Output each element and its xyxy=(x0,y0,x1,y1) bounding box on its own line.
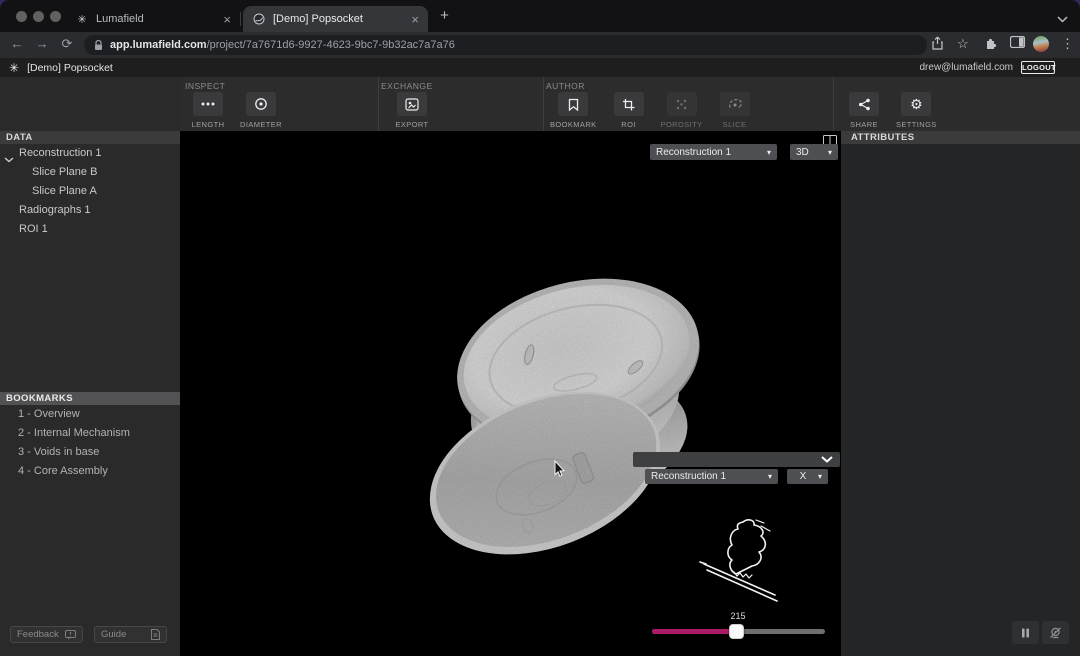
chevron-down-icon: ▾ xyxy=(817,472,822,481)
chevron-down-icon: ▾ xyxy=(827,147,832,157)
bookmark-item-voids-in-base[interactable]: 3 - Voids in base xyxy=(18,446,99,458)
globe-favicon-icon xyxy=(252,12,266,26)
side-panel-icon[interactable] xyxy=(1010,36,1025,48)
tab-demo-popsocket[interactable]: [Demo] Popsocket × xyxy=(243,6,428,32)
url-host: app.lumafield.com xyxy=(110,39,207,51)
project-title: [Demo] Popsocket xyxy=(27,61,113,74)
camera-off-button[interactable] xyxy=(1042,621,1069,644)
export-image-icon xyxy=(405,97,419,111)
toolbar-separator xyxy=(378,77,379,131)
tab-title: Lumafield xyxy=(96,13,144,25)
user-email: drew@lumafield.com xyxy=(919,62,1013,73)
forward-icon[interactable]: → xyxy=(33,36,51,51)
tab-title: [Demo] Popsocket xyxy=(273,13,363,25)
data-panel-header: DATA xyxy=(0,131,180,144)
feedback-bubble-icon xyxy=(65,629,76,639)
author-section-label: AUTHOR xyxy=(546,81,585,91)
slice-preview-image[interactable] xyxy=(698,512,813,612)
exchange-section-label: EXCHANGE xyxy=(381,81,433,91)
main-toolbar: INSPECT EXCHANGE AUTHOR LENGTH DIAMETER … xyxy=(180,77,1080,131)
inspect-section-label: INSPECT xyxy=(185,81,226,91)
reconstruction-select[interactable]: Reconstruction 1 ▾ xyxy=(650,144,777,160)
bookmark-item-core-assembly[interactable]: 4 - Core Assembly xyxy=(18,465,108,477)
toolbar-separator xyxy=(543,77,544,131)
bookmarks-panel-header: BOOKMARKS xyxy=(0,392,180,405)
slice-axis-select[interactable]: X ▾ xyxy=(787,469,828,484)
tree-item-roi-1[interactable]: ROI 1 xyxy=(19,223,48,235)
browser-tab-strip: ✳ Lumafield × [Demo] Popsocket × + xyxy=(0,0,1080,32)
guide-button[interactable]: Guide xyxy=(94,626,167,643)
slice-reconstruction-select[interactable]: Reconstruction 1 ▾ xyxy=(645,469,778,484)
slice-tool-button[interactable]: SLICE xyxy=(715,92,755,129)
attributes-panel: ATTRIBUTES xyxy=(841,131,1080,656)
diameter-icon xyxy=(255,98,267,110)
slice-panel-collapsed-bar[interactable] xyxy=(633,452,840,467)
lumafield-logo-icon: ✳ xyxy=(9,60,20,75)
tree-item-slice-plane-a[interactable]: Slice Plane A xyxy=(32,185,97,197)
new-tab-button[interactable]: + xyxy=(436,8,453,25)
roi-crop-icon xyxy=(623,98,635,110)
tree-item-slice-plane-b[interactable]: Slice Plane B xyxy=(32,166,97,178)
browser-menu-kebab-icon[interactable]: ⋮ xyxy=(1061,36,1074,52)
bookmark-item-internal-mechanism[interactable]: 2 - Internal Mechanism xyxy=(18,427,130,439)
app-window: ✳ Lumafield × [Demo] Popsocket × + ← → ⟳… xyxy=(0,0,1080,656)
bookmark-icon xyxy=(568,98,578,111)
toolbar-separator xyxy=(833,77,834,131)
reload-icon[interactable]: ⟳ xyxy=(58,36,76,52)
bookmark-star-icon[interactable]: ☆ xyxy=(957,36,969,52)
lumafield-favicon-icon: ✳ xyxy=(77,13,87,26)
pause-button[interactable] xyxy=(1012,621,1039,644)
app-header: ✳ [Demo] Popsocket drew@lumafield.com LO… xyxy=(0,58,1080,77)
length-tool-button[interactable]: LENGTH xyxy=(188,92,228,129)
bookmark-tool-button[interactable]: BOOKMARK xyxy=(550,92,597,129)
tab-close-icon[interactable]: × xyxy=(223,13,231,26)
chevron-down-icon xyxy=(821,456,833,463)
render-viewport[interactable]: Reconstruction 1 ▾ 3D ▾ Reconstruction 1… xyxy=(180,131,841,656)
porosity-tool-button[interactable]: POROSITY xyxy=(661,92,703,129)
diameter-tool-button[interactable]: DIAMETER xyxy=(240,92,282,129)
browser-address-bar: ← → ⟳ app.lumafield.com/project/7a7671d6… xyxy=(0,32,1080,58)
camera-off-icon xyxy=(1050,626,1061,638)
pause-icon xyxy=(1022,628,1029,637)
chevron-down-icon[interactable] xyxy=(4,150,14,168)
lock-icon xyxy=(95,39,102,50)
export-button[interactable]: EXPORT xyxy=(392,92,432,129)
share-button[interactable]: SHARE xyxy=(844,92,884,129)
tab-separator xyxy=(240,12,241,26)
slice-icon xyxy=(728,98,742,108)
tree-item-radiographs-1[interactable]: Radiographs 1 xyxy=(19,204,91,216)
extensions-puzzle-icon[interactable] xyxy=(984,36,998,50)
chevron-down-icon: ▾ xyxy=(767,472,772,481)
url-path: /project/7a7671d6-9927-4623-9bc7-9b32ac7… xyxy=(206,39,455,51)
window-close-button[interactable] xyxy=(16,11,27,22)
settings-button[interactable]: ⚙ SETTINGS xyxy=(896,92,937,129)
length-icon xyxy=(201,102,215,106)
logout-button[interactable]: LOGOUT xyxy=(1021,61,1056,74)
feedback-button[interactable]: Feedback xyxy=(10,626,83,643)
data-sidebar: DATA Reconstruction 1 Slice Plane B Slic… xyxy=(0,77,180,656)
back-icon[interactable]: ← xyxy=(8,36,26,51)
roi-tool-button[interactable]: ROI xyxy=(609,92,649,129)
url-input[interactable]: app.lumafield.com/project/7a7671d6-9927-… xyxy=(84,35,927,55)
slice-slider-fill xyxy=(652,629,732,634)
guide-document-icon xyxy=(151,629,160,640)
tab-lumafield[interactable]: ✳ Lumafield × xyxy=(66,6,240,32)
share-icon xyxy=(858,98,870,110)
tab-close-icon[interactable]: × xyxy=(411,13,419,26)
slice-slider-thumb[interactable] xyxy=(729,624,744,639)
chevron-down-icon: ▾ xyxy=(766,147,771,157)
window-zoom-button[interactable] xyxy=(50,11,61,22)
attributes-panel-header: ATTRIBUTES xyxy=(841,131,1080,144)
view-mode-select[interactable]: 3D ▾ xyxy=(790,144,838,160)
porosity-icon xyxy=(676,99,687,109)
window-minimize-button[interactable] xyxy=(33,11,44,22)
tree-item-reconstruction-1[interactable]: Reconstruction 1 xyxy=(19,147,102,159)
bookmark-item-overview[interactable]: 1 - Overview xyxy=(18,408,80,420)
share-page-icon[interactable] xyxy=(931,36,944,50)
gear-icon: ⚙ xyxy=(910,96,923,112)
tab-search-chevron-icon[interactable] xyxy=(1057,10,1068,28)
slice-index-value: 215 xyxy=(730,611,746,621)
profile-avatar[interactable] xyxy=(1033,36,1049,52)
